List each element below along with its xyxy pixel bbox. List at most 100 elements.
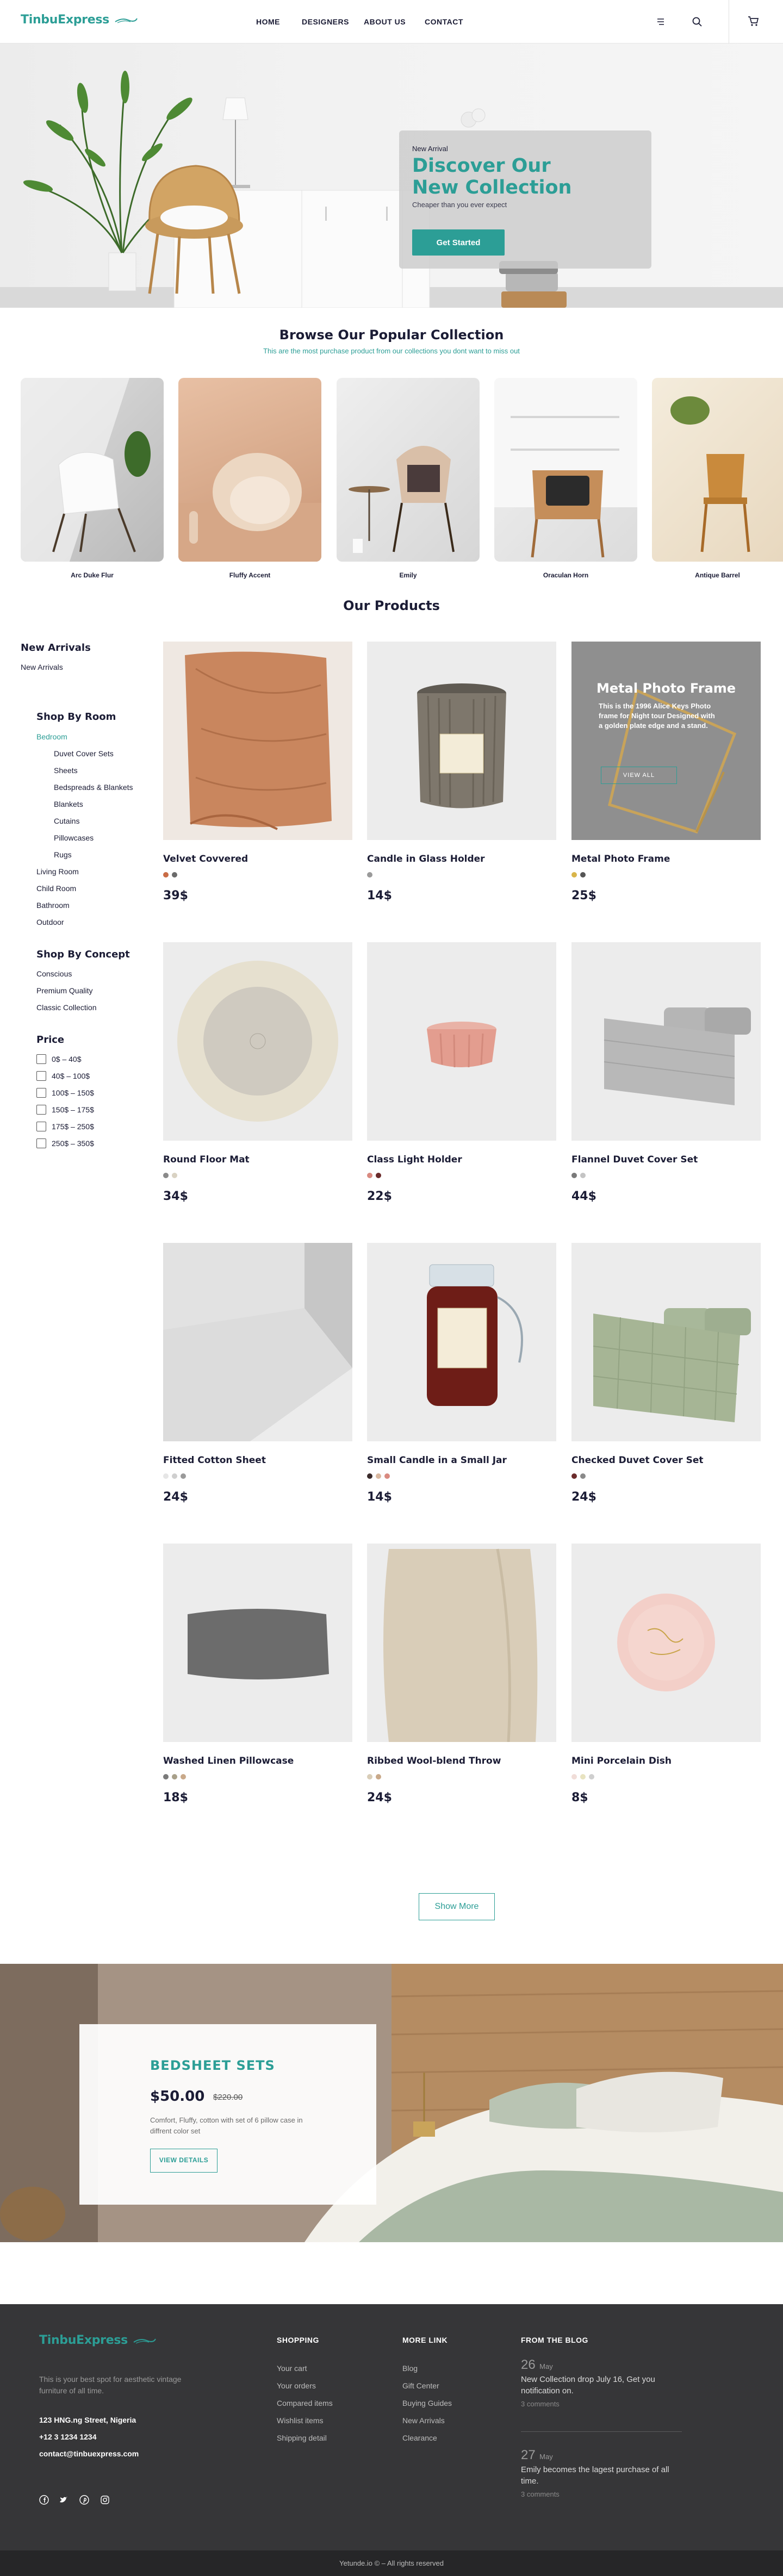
price-filter-150-175[interactable]: 150$ – 175$ [36, 1105, 94, 1115]
collection-item-name[interactable]: Antique Barrel [652, 571, 783, 579]
collection-item-name[interactable]: Arc Duke Flur [21, 571, 164, 579]
checkbox[interactable] [36, 1088, 46, 1098]
footer-link-blog[interactable]: Blog [402, 2364, 418, 2373]
subcat-sheets[interactable]: Sheets [54, 766, 78, 775]
room-outdoor[interactable]: Outdoor [36, 918, 64, 926]
subcat-duvet-cover-sets[interactable]: Duvet Cover Sets [54, 749, 114, 758]
footer-link-shipping[interactable]: Shipping detail [277, 2434, 327, 2442]
product-name[interactable]: Fitted Cotton Sheet [163, 1455, 266, 1466]
room-bathroom[interactable]: Bathroom [36, 901, 70, 910]
collection-card[interactable] [652, 378, 783, 562]
color-swatch[interactable] [163, 1173, 169, 1178]
color-swatch[interactable] [172, 1173, 177, 1178]
color-swatch[interactable] [571, 1774, 577, 1779]
product-name[interactable]: Metal Photo Frame [571, 854, 670, 864]
color-swatch[interactable] [384, 1473, 390, 1479]
price-filter-250-350[interactable]: 250$ – 350$ [36, 1138, 94, 1148]
product-image[interactable] [163, 1544, 352, 1742]
cart-icon[interactable] [747, 15, 759, 27]
product-name[interactable]: Small Candle in a Small Jar [367, 1455, 507, 1466]
collection-item-name[interactable]: Fluffy Accent [178, 571, 321, 579]
color-swatch[interactable] [172, 872, 177, 878]
blog-post[interactable]: 27 May Emily becomes the lagest purchase… [521, 2448, 684, 2498]
product-image[interactable] [163, 942, 352, 1141]
collection-card[interactable] [21, 378, 164, 562]
checkbox[interactable] [36, 1105, 46, 1115]
subcat-blankets[interactable]: Blankets [54, 800, 83, 808]
color-swatch[interactable] [172, 1774, 177, 1779]
product-image[interactable] [163, 1243, 352, 1441]
footer-link-your-cart[interactable]: Your cart [277, 2364, 307, 2373]
facebook-icon[interactable] [39, 2495, 49, 2505]
concept-classic-collection[interactable]: Classic Collection [36, 1003, 96, 1012]
color-swatch[interactable] [367, 1473, 372, 1479]
footer-email[interactable]: contact@tinbuexpress.com [39, 2449, 139, 2458]
concept-premium-quality[interactable]: Premium Quality [36, 986, 92, 995]
color-swatch[interactable] [580, 1173, 586, 1178]
footer-link-your-orders[interactable]: Your orders [277, 2381, 316, 2390]
product-name[interactable]: Round Floor Mat [163, 1154, 250, 1165]
color-swatch[interactable] [571, 1173, 577, 1178]
get-started-button[interactable]: Get Started [412, 229, 505, 256]
nav-designers[interactable]: DESIGNERS [302, 17, 349, 26]
color-swatch[interactable] [163, 1774, 169, 1779]
product-name[interactable]: Washed Linen Pillowcase [163, 1756, 294, 1766]
collection-card[interactable] [494, 378, 637, 562]
price-filter-40-100[interactable]: 40$ – 100$ [36, 1071, 90, 1081]
footer-logo[interactable]: TinbuExpress [39, 2334, 157, 2347]
nav-contact[interactable]: CONTACT [425, 17, 463, 26]
product-image[interactable] [367, 942, 556, 1141]
price-filter-0-40[interactable]: 0$ – 40$ [36, 1054, 82, 1064]
promo-tile[interactable]: Metal Photo Frame This is the 1996 Alice… [571, 642, 761, 840]
footer-link-compared-items[interactable]: Compared items [277, 2399, 333, 2407]
product-image[interactable] [367, 642, 556, 840]
product-image[interactable] [163, 642, 352, 840]
product-image[interactable] [367, 1243, 556, 1441]
instagram-icon[interactable] [100, 2495, 110, 2505]
color-swatch[interactable] [376, 1473, 381, 1479]
color-swatch[interactable] [580, 872, 586, 878]
product-name[interactable]: Ribbed Wool-blend Throw [367, 1756, 501, 1766]
collection-item-name[interactable]: Emily [337, 571, 480, 579]
nav-about-us[interactable]: ABOUT US [364, 17, 406, 26]
color-swatch[interactable] [172, 1473, 177, 1479]
product-name[interactable]: Mini Porcelain Dish [571, 1756, 672, 1766]
checkbox[interactable] [36, 1054, 46, 1064]
color-swatch[interactable] [367, 1774, 372, 1779]
footer-link-new-arrivals[interactable]: New Arrivals [402, 2416, 445, 2425]
color-swatch[interactable] [181, 1774, 186, 1779]
product-name[interactable]: Velvet Covvered [163, 854, 248, 864]
color-swatch[interactable] [367, 872, 372, 878]
product-name[interactable]: Checked Duvet Cover Set [571, 1455, 704, 1466]
color-swatch[interactable] [181, 1473, 186, 1479]
product-name[interactable]: Candle in Glass Holder [367, 854, 485, 864]
pinterest-icon[interactable] [79, 2495, 89, 2505]
footer-link-clearance[interactable]: Clearance [402, 2434, 437, 2442]
room-bedroom[interactable]: Bedroom [36, 732, 67, 741]
price-filter-100-150[interactable]: 100$ – 150$ [36, 1088, 94, 1098]
subcat-bedspreads[interactable]: Bedspreads & Blankets [54, 783, 133, 792]
color-swatch[interactable] [367, 1173, 372, 1178]
price-filter-175-250[interactable]: 175$ – 250$ [36, 1122, 94, 1131]
menu-icon[interactable] [656, 17, 666, 26]
color-swatch[interactable] [580, 1473, 586, 1479]
collection-card[interactable] [337, 378, 480, 562]
product-image[interactable] [571, 942, 761, 1141]
color-swatch[interactable] [580, 1774, 586, 1779]
footer-link-buying-guides[interactable]: Buying Guides [402, 2399, 452, 2407]
room-child-room[interactable]: Child Room [36, 884, 76, 893]
product-name[interactable]: Flannel Duvet Cover Set [571, 1154, 698, 1165]
color-swatch[interactable] [163, 872, 169, 878]
view-details-button[interactable]: VIEW DETAILS [150, 2149, 217, 2173]
checkbox[interactable] [36, 1138, 46, 1148]
product-name[interactable]: Class Light Holder [367, 1154, 462, 1165]
search-icon[interactable] [692, 16, 703, 27]
product-image[interactable] [571, 1243, 761, 1441]
checkbox[interactable] [36, 1071, 46, 1081]
brand-logo[interactable]: TinbuExpress [21, 13, 138, 27]
color-swatch[interactable] [571, 872, 577, 878]
color-swatch[interactable] [376, 1774, 381, 1779]
checkbox[interactable] [36, 1122, 46, 1131]
color-swatch[interactable] [376, 1173, 381, 1178]
color-swatch[interactable] [589, 1774, 594, 1779]
